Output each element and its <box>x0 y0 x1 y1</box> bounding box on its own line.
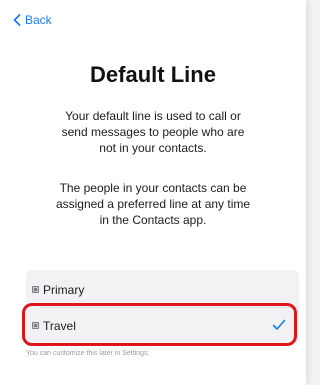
description-paragraph-2: The people in your contacts can be assig… <box>55 181 251 227</box>
divider <box>40 307 299 308</box>
sim-card-icon <box>32 322 39 329</box>
option-label: Primary <box>43 282 85 297</box>
option-travel[interactable]: Travel <box>26 309 299 342</box>
setup-screen: Back Default Line Your default line is u… <box>0 0 306 385</box>
line-options-list: Primary Travel <box>26 270 299 344</box>
back-button[interactable]: Back <box>13 13 52 27</box>
sim-card-icon <box>32 286 39 293</box>
footnote: You can customize this later in Settings… <box>26 350 150 357</box>
back-label: Back <box>25 13 52 27</box>
description-paragraph-1: Your default line is used to call or sen… <box>61 109 245 155</box>
option-label: Travel <box>43 318 76 333</box>
checkmark-icon <box>272 318 286 336</box>
option-primary[interactable]: Primary <box>26 273 299 306</box>
page-title: Default Line <box>90 62 216 87</box>
chevron-left-icon <box>13 14 21 26</box>
